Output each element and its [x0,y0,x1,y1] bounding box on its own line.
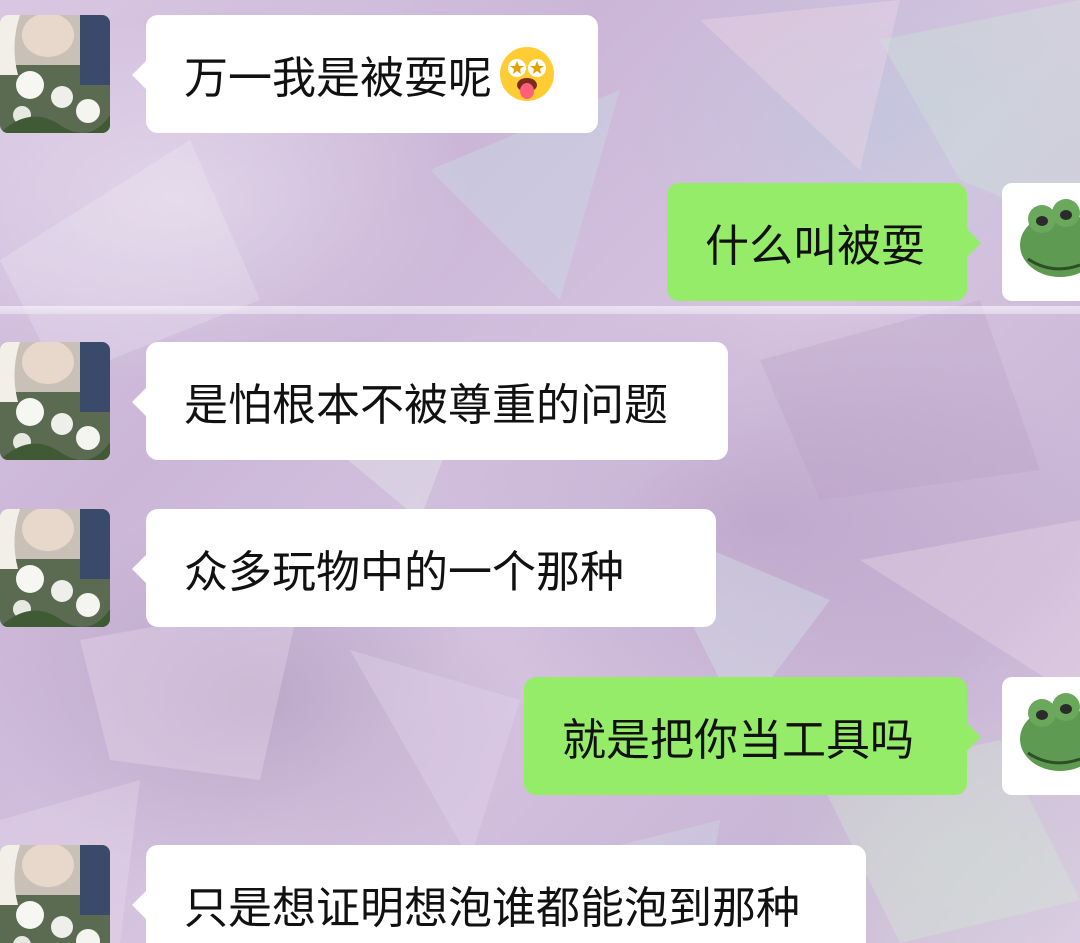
contact-avatar[interactable] [0,845,110,943]
message-bubble[interactable]: 就是把你当工具吗 [524,677,981,795]
message-text: 众多玩物中的一个那种 [184,547,624,598]
green-frog-avatar-icon [1002,677,1080,795]
message-bubble[interactable]: 是怕根本不被尊重的问题 [132,342,728,460]
contact-avatar[interactable] [0,509,110,627]
contact-avatar[interactable] [0,15,110,133]
message-bubble[interactable]: 众多玩物中的一个那种 [132,509,716,627]
message-text: 万一我是被耍呢 [184,53,492,104]
green-frog-avatar-icon [1002,183,1080,301]
message-bubble[interactable]: 万一我是被耍呢 [132,15,598,133]
chat-screen: 万一我是被耍呢 什么叫被耍 是怕根本不被尊重的问题 众多玩物中的一个那种 就是把… [0,0,1080,943]
my-avatar[interactable] [1002,183,1080,301]
background-pattern [0,0,1080,943]
flower-portrait-avatar-icon [0,845,110,943]
my-avatar[interactable] [1002,677,1080,795]
star-eyes-tongue-emoji [498,45,556,103]
message-bubble[interactable]: 什么叫被耍 [667,183,981,301]
message-text: 什么叫被耍 [705,221,925,272]
flower-portrait-avatar-icon [0,342,110,460]
flower-portrait-avatar-icon [0,15,110,133]
message-text: 只是想证明想泡谁都能泡到那种 [184,883,800,934]
message-bubble[interactable]: 只是想证明想泡谁都能泡到那种 [132,845,866,943]
message-text: 是怕根本不被尊重的问题 [184,380,668,431]
contact-avatar[interactable] [0,342,110,460]
flower-portrait-avatar-icon [0,509,110,627]
message-text: 就是把你当工具吗 [562,715,914,766]
screenshot-seam [0,306,1080,314]
